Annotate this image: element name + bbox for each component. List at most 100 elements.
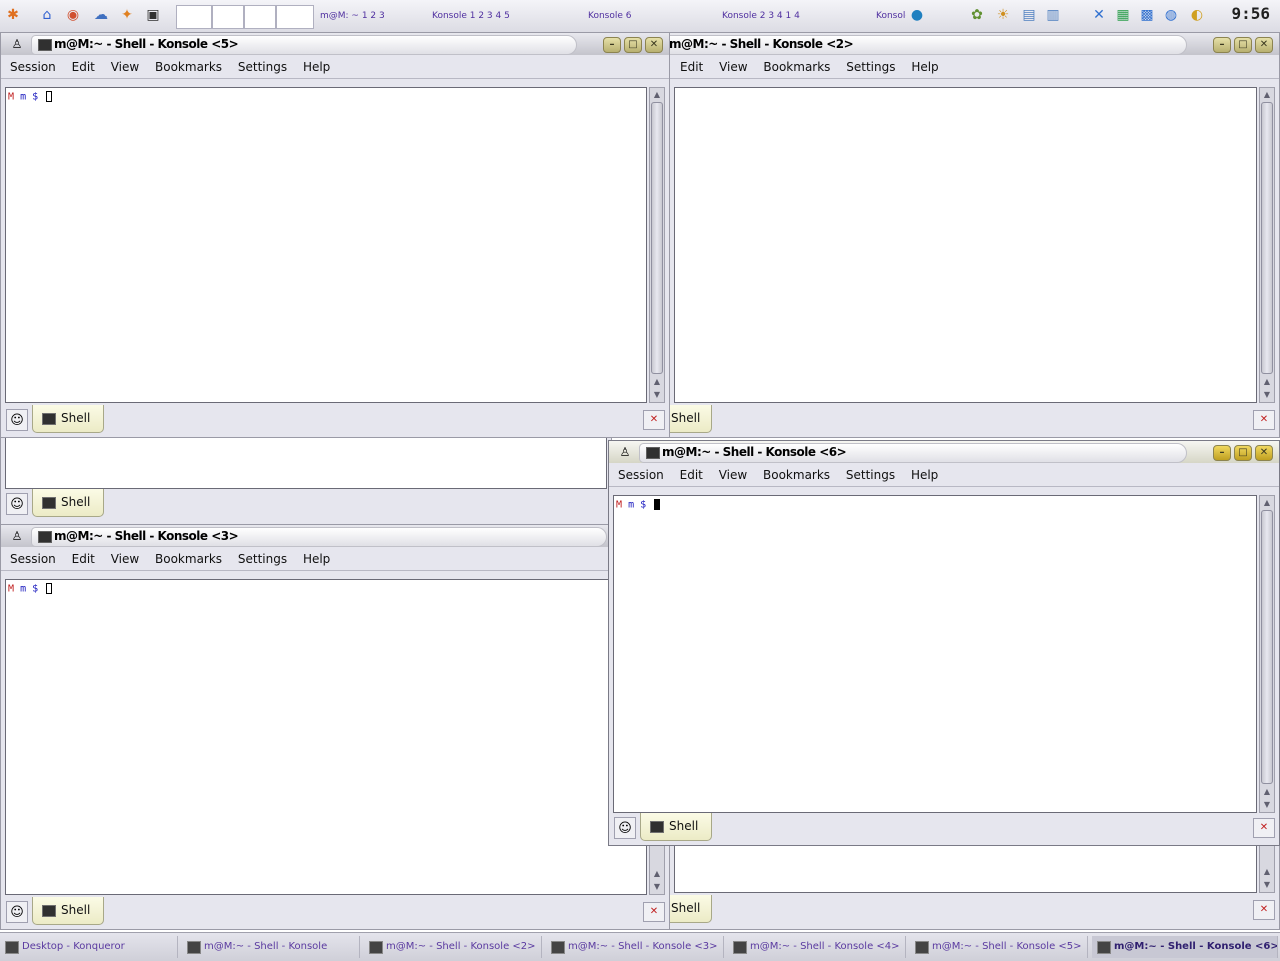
maximize-icon[interactable]: □ <box>624 37 642 53</box>
menu-settings[interactable]: Settings <box>232 548 293 570</box>
menu-edit[interactable]: Edit <box>66 56 101 78</box>
title-tab[interactable]: m@M:~ - Shell - Konsole <5> <box>31 35 577 55</box>
shell-tab[interactable]: Shell <box>640 813 712 841</box>
scroll-down-icon[interactable]: ▼ <box>1261 879 1273 891</box>
menu-bookmarks[interactable]: Bookmarks <box>757 56 836 78</box>
menu-settings[interactable]: Settings <box>840 464 901 486</box>
scroll-down-icon[interactable]: ▼ <box>1261 389 1273 401</box>
scrollbar-thumb[interactable] <box>1261 102 1273 374</box>
panel-task-2[interactable]: Konsole 1 2 3 4 5 <box>432 5 582 27</box>
volume-icon[interactable]: ◐ <box>1188 6 1206 24</box>
title-tab[interactable]: m@M:~ - Shell - Konsole <2> <box>606 35 1187 55</box>
scrollbar-thumb[interactable] <box>1261 510 1273 784</box>
scroll-up-icon[interactable]: ▲ <box>651 89 663 101</box>
konsole-window-2[interactable]: m@M:~ - Shell - Konsole <2> – □ ✕ Edit Vie… <box>605 32 1280 438</box>
menu-session[interactable]: Session <box>4 548 62 570</box>
menu-edit[interactable]: Edit <box>66 548 101 570</box>
titlebar[interactable]: m@M:~ - Shell - Konsole <2> – □ ✕ <box>606 33 1279 55</box>
firefox-icon[interactable]: ✦ <box>118 6 136 24</box>
menu-settings[interactable]: Settings <box>840 56 901 78</box>
taskbar-item-konqueror[interactable]: Desktop - Konqueror <box>0 936 178 958</box>
tray-app-icon[interactable]: ▦ <box>1114 6 1132 24</box>
terminal-area[interactable] <box>5 437 607 489</box>
window-menu-icon[interactable]: ♙ <box>9 36 25 52</box>
titlebar[interactable]: ♙ m@M:~ - Shell - Konsole <6> – □ ✕ <box>609 441 1279 463</box>
close-icon[interactable]: ✕ <box>1255 37 1273 53</box>
weather-icon[interactable]: ☀ <box>994 6 1012 24</box>
desktop-pager-1[interactable] <box>176 5 212 29</box>
taskbar-item-konsole-4[interactable]: m@M:~ - Shell - Konsole <4> <box>728 936 906 958</box>
shell-tab[interactable]: Shell <box>664 895 712 923</box>
titlebar[interactable]: ♙ m@M:~ - Shell - Konsole <3> <box>1 525 669 547</box>
globe-icon[interactable]: ● <box>908 6 926 24</box>
menu-view[interactable]: View <box>105 548 145 570</box>
terminal-area[interactable]: M m $ <box>613 495 1257 813</box>
close-session-icon[interactable]: ✕ <box>1253 900 1275 920</box>
home-icon[interactable]: ⌂ <box>38 6 56 24</box>
close-icon[interactable]: ✕ <box>1255 445 1273 461</box>
maximize-icon[interactable]: □ <box>1234 37 1252 53</box>
scroll-up-icon[interactable]: ▲ <box>1261 376 1273 388</box>
scroll-down-icon[interactable]: ▼ <box>651 389 663 401</box>
shell-tab[interactable]: Shell <box>32 489 104 517</box>
konsole-window-5[interactable]: ♙ m@M:~ - Shell - Konsole <5> – □ ✕ Sessio… <box>0 32 670 438</box>
menu-session[interactable]: Session <box>612 464 670 486</box>
taskbar-item-konsole[interactable]: m@M:~ - Shell - Konsole <box>182 936 360 958</box>
menu-view[interactable]: View <box>105 56 145 78</box>
scroll-down-icon[interactable]: ▼ <box>651 881 663 893</box>
konsole-window-4[interactable]: ▲ ▼ Shell ✕ <box>605 840 1280 930</box>
menu-help[interactable]: Help <box>905 464 944 486</box>
terminal-area[interactable]: M m $ <box>5 579 647 895</box>
applet-icon[interactable]: ✿ <box>968 6 986 24</box>
panel-task-4[interactable]: Konsole 2 3 4 1 4 <box>722 5 872 27</box>
kde-menu-icon[interactable]: ✱ <box>4 6 22 24</box>
konsole-window-3[interactable]: ♙ m@M:~ - Shell - Konsole <3> Session Ed… <box>0 524 670 930</box>
close-session-icon[interactable]: ✕ <box>643 902 665 922</box>
clipboard-icon[interactable]: ▤ <box>1020 6 1038 24</box>
shell-tab[interactable]: Shell <box>32 405 104 433</box>
maximize-icon[interactable]: □ <box>1234 445 1252 461</box>
browser-icon[interactable]: ◉ <box>64 6 82 24</box>
titlebar[interactable]: ♙ m@M:~ - Shell - Konsole <5> – □ ✕ <box>1 33 669 55</box>
new-session-icon[interactable]: ☺ <box>6 901 28 923</box>
scroll-up-icon[interactable]: ▲ <box>651 376 663 388</box>
new-session-icon[interactable]: ☺ <box>6 409 28 431</box>
scrollbar[interactable]: ▲ ▲ ▼ <box>1259 87 1275 403</box>
shell-tab[interactable]: Shell <box>664 405 712 433</box>
menu-help[interactable]: Help <box>905 56 944 78</box>
window-menu-icon[interactable]: ♙ <box>617 444 633 460</box>
taskbar-item-konsole-5[interactable]: m@M:~ - Shell - Konsole <5> <box>910 936 1088 958</box>
panel-task-1[interactable]: m@M: ~ 1 2 3 <box>320 5 430 27</box>
scroll-up-icon[interactable]: ▲ <box>651 868 663 880</box>
menu-bookmarks[interactable]: Bookmarks <box>149 548 228 570</box>
taskbar-item-konsole-2[interactable]: m@M:~ - Shell - Konsole <2> <box>364 936 542 958</box>
scrollbar[interactable]: ▲ ▼ <box>1259 841 1275 893</box>
shell-tab[interactable]: Shell <box>32 897 104 925</box>
minimize-icon[interactable]: – <box>1213 37 1231 53</box>
minimize-icon[interactable]: – <box>603 37 621 53</box>
close-icon[interactable]: ✕ <box>645 37 663 53</box>
clock[interactable]: 9:56 <box>1231 4 1270 23</box>
window-menu-icon[interactable]: ♙ <box>9 528 25 544</box>
minimize-icon[interactable]: – <box>1213 445 1231 461</box>
menu-session[interactable]: Session <box>4 56 62 78</box>
close-session-icon[interactable]: ✕ <box>643 410 665 430</box>
terminal-area[interactable] <box>674 841 1257 893</box>
title-tab[interactable]: m@M:~ - Shell - Konsole <3> <box>31 527 607 547</box>
taskbar-item-konsole-6[interactable]: m@M:~ - Shell - Konsole <6> <box>1092 936 1278 958</box>
panel-task-3[interactable]: Konsole 6 <box>588 5 718 27</box>
konsole-window-1[interactable]: ☺ Shell <box>0 436 612 526</box>
scroll-down-icon[interactable]: ▼ <box>1261 799 1273 811</box>
bluetooth-icon[interactable]: ✕ <box>1090 6 1108 24</box>
menu-bookmarks[interactable]: Bookmarks <box>149 56 228 78</box>
desktop-pager-3[interactable] <box>244 5 276 29</box>
konsole-window-6[interactable]: ♙ m@M:~ - Shell - Konsole <6> – □ ✕ Sessio… <box>608 440 1280 846</box>
menu-edit[interactable]: Edit <box>674 464 709 486</box>
scroll-up-icon[interactable]: ▲ <box>1261 89 1273 101</box>
scrollbar-thumb[interactable] <box>651 102 663 374</box>
desktop-pager-2[interactable] <box>212 5 244 29</box>
scrollbar[interactable]: ▲ ▲ ▼ <box>649 87 665 403</box>
menu-settings[interactable]: Settings <box>232 56 293 78</box>
close-session-icon[interactable]: ✕ <box>1253 410 1275 430</box>
terminal-area[interactable]: M m $ <box>5 87 647 403</box>
